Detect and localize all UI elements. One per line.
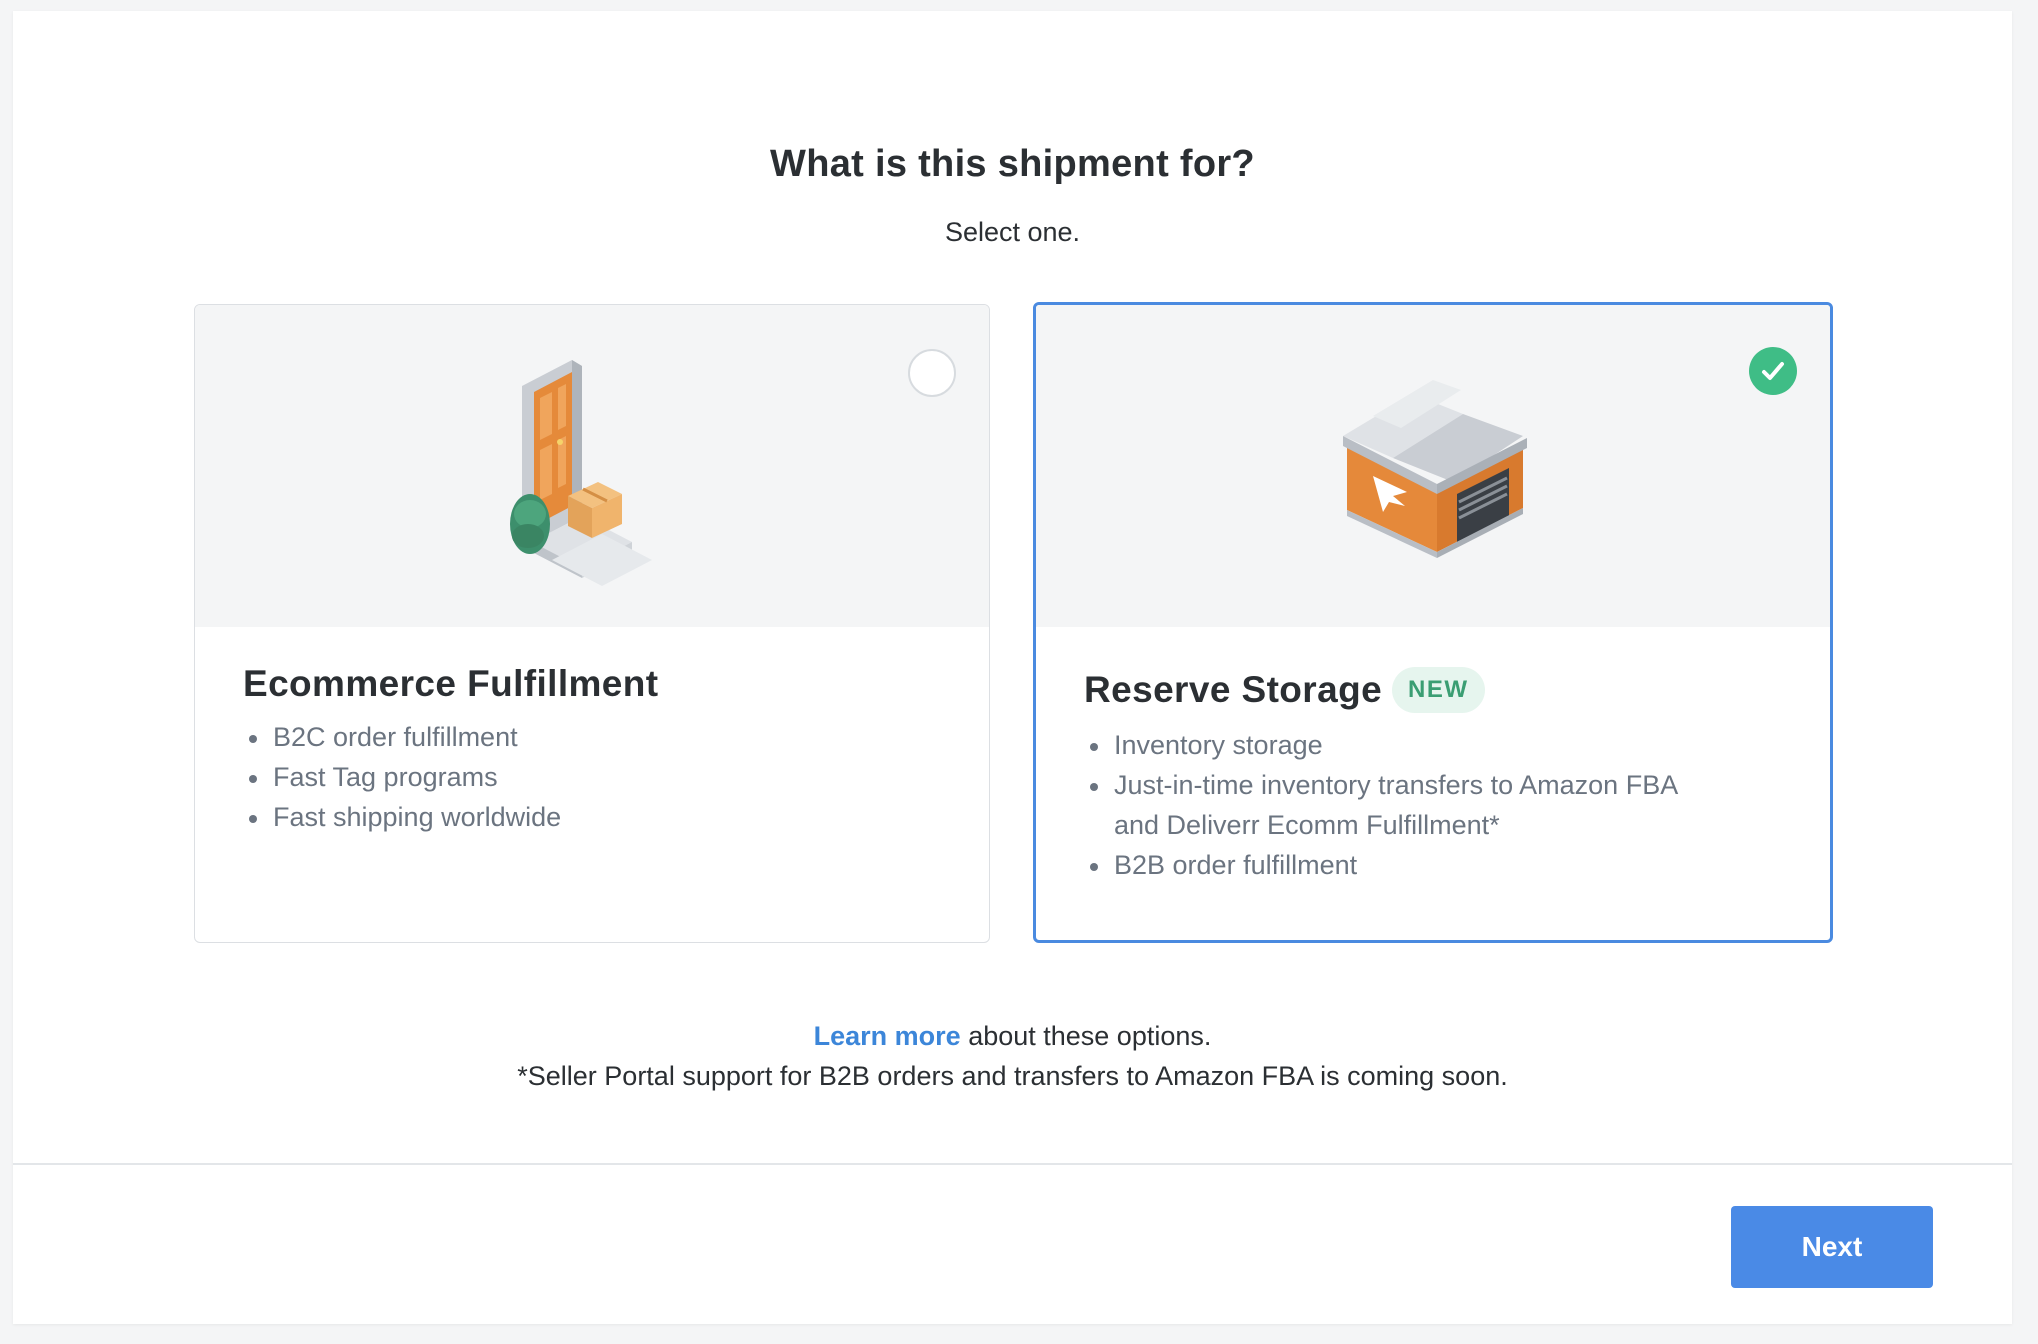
- next-button[interactable]: Next: [1731, 1206, 1933, 1288]
- list-item: Fast Tag programs: [243, 757, 949, 797]
- card-title: Reserve Storage: [1084, 669, 1383, 710]
- page-subtitle: Select one.: [944, 217, 1081, 247]
- warehouse-icon: [1343, 380, 1527, 558]
- card-title-row: Reserve Storage NEW: [1084, 667, 1790, 713]
- option-card-ecommerce-fulfillment[interactable]: Ecommerce Fulfillment B2C order fulfillm…: [194, 304, 990, 943]
- card-body: Ecommerce Fulfillment B2C order fulfillm…: [243, 663, 949, 837]
- list-item: Just-in-time inventory transfers to Amaz…: [1084, 765, 1704, 845]
- footer-divider: [13, 1163, 2012, 1165]
- card-title-row: Ecommerce Fulfillment: [243, 663, 949, 705]
- new-badge: NEW: [1392, 667, 1485, 713]
- list-item: B2B order fulfillment: [1084, 845, 1790, 885]
- radio-unselected-icon[interactable]: [908, 349, 956, 397]
- learn-more-suffix: about these options.: [960, 1021, 1212, 1051]
- footnote: *Seller Portal support for B2B orders an…: [517, 1061, 1508, 1091]
- check-icon: [1762, 362, 1784, 380]
- card-illustration-area: [195, 305, 989, 627]
- radio-checked-icon[interactable]: [1749, 347, 1797, 395]
- list-item: Fast shipping worldwide: [243, 797, 949, 837]
- list-item: Inventory storage: [1084, 725, 1790, 765]
- feature-list: B2C order fulfillment Fast Tag programs …: [243, 717, 949, 837]
- door-package-icon: [510, 360, 652, 586]
- card-title: Ecommerce Fulfillment: [243, 663, 659, 704]
- list-item: B2C order fulfillment: [243, 717, 949, 757]
- page-title: What is this shipment for?: [770, 143, 1255, 185]
- card-illustration-area: [1036, 305, 1830, 627]
- footer-info: Learn more about these options. *Seller …: [13, 1016, 2012, 1096]
- shipment-type-panel: What is this shipment for? Select one. E…: [13, 11, 2012, 1324]
- option-card-reserve-storage[interactable]: Reserve Storage NEW Inventory storage Ju…: [1033, 302, 1833, 943]
- card-body: Reserve Storage NEW Inventory storage Ju…: [1084, 667, 1790, 885]
- feature-list: Inventory storage Just-in-time inventory…: [1084, 725, 1790, 885]
- learn-more-link[interactable]: Learn more: [814, 1021, 961, 1051]
- learn-more-line: Learn more about these options.: [13, 1016, 2012, 1056]
